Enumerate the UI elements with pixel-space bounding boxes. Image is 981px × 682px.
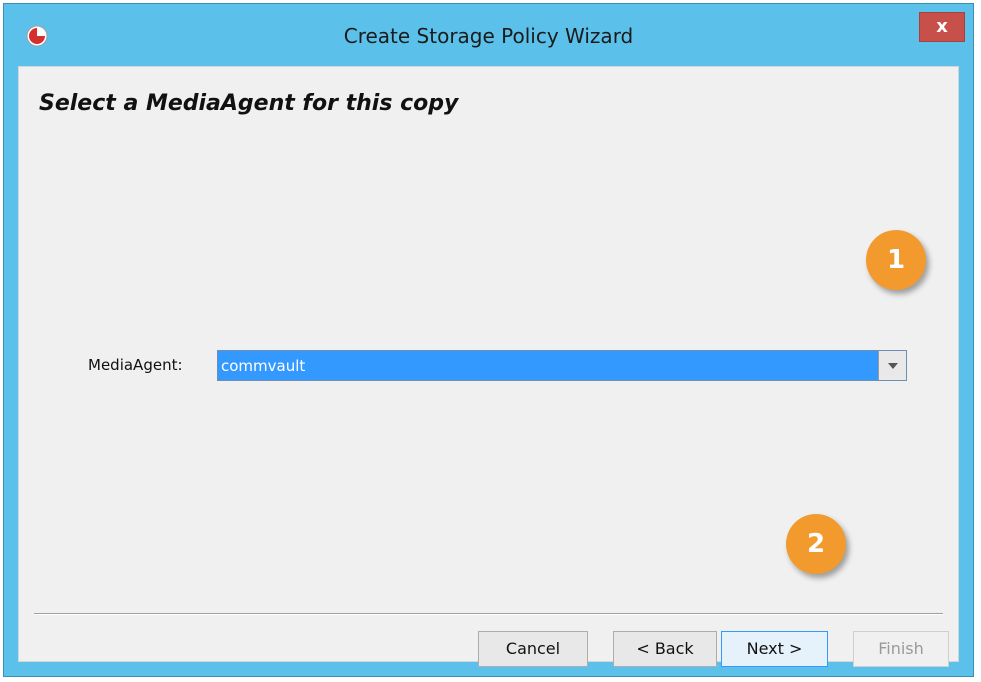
window-title: Create Storage Policy Wizard [343, 24, 634, 48]
title-bar[interactable]: Create Storage Policy Wizard x [4, 4, 973, 68]
mediaagent-selected-value: commvault [221, 357, 306, 375]
chevron-down-icon [888, 363, 898, 369]
cancel-button[interactable]: Cancel [478, 631, 588, 667]
step-2-callout: 2 [786, 514, 846, 574]
dropdown-arrow-button[interactable] [878, 351, 906, 380]
back-button[interactable]: < Back [613, 631, 717, 667]
wizard-window: Create Storage Policy Wizard x Select a … [3, 3, 974, 677]
divider [34, 613, 943, 615]
close-button[interactable]: x [919, 12, 965, 42]
mediaagent-label: MediaAgent: [88, 356, 183, 374]
close-icon: x [936, 16, 948, 37]
mediaagent-dropdown[interactable]: commvault [217, 350, 907, 381]
step-1-callout: 1 [866, 230, 926, 290]
next-button[interactable]: Next > [721, 631, 828, 667]
finish-button: Finish [853, 631, 949, 667]
page-heading: Select a MediaAgent for this copy [39, 91, 459, 116]
